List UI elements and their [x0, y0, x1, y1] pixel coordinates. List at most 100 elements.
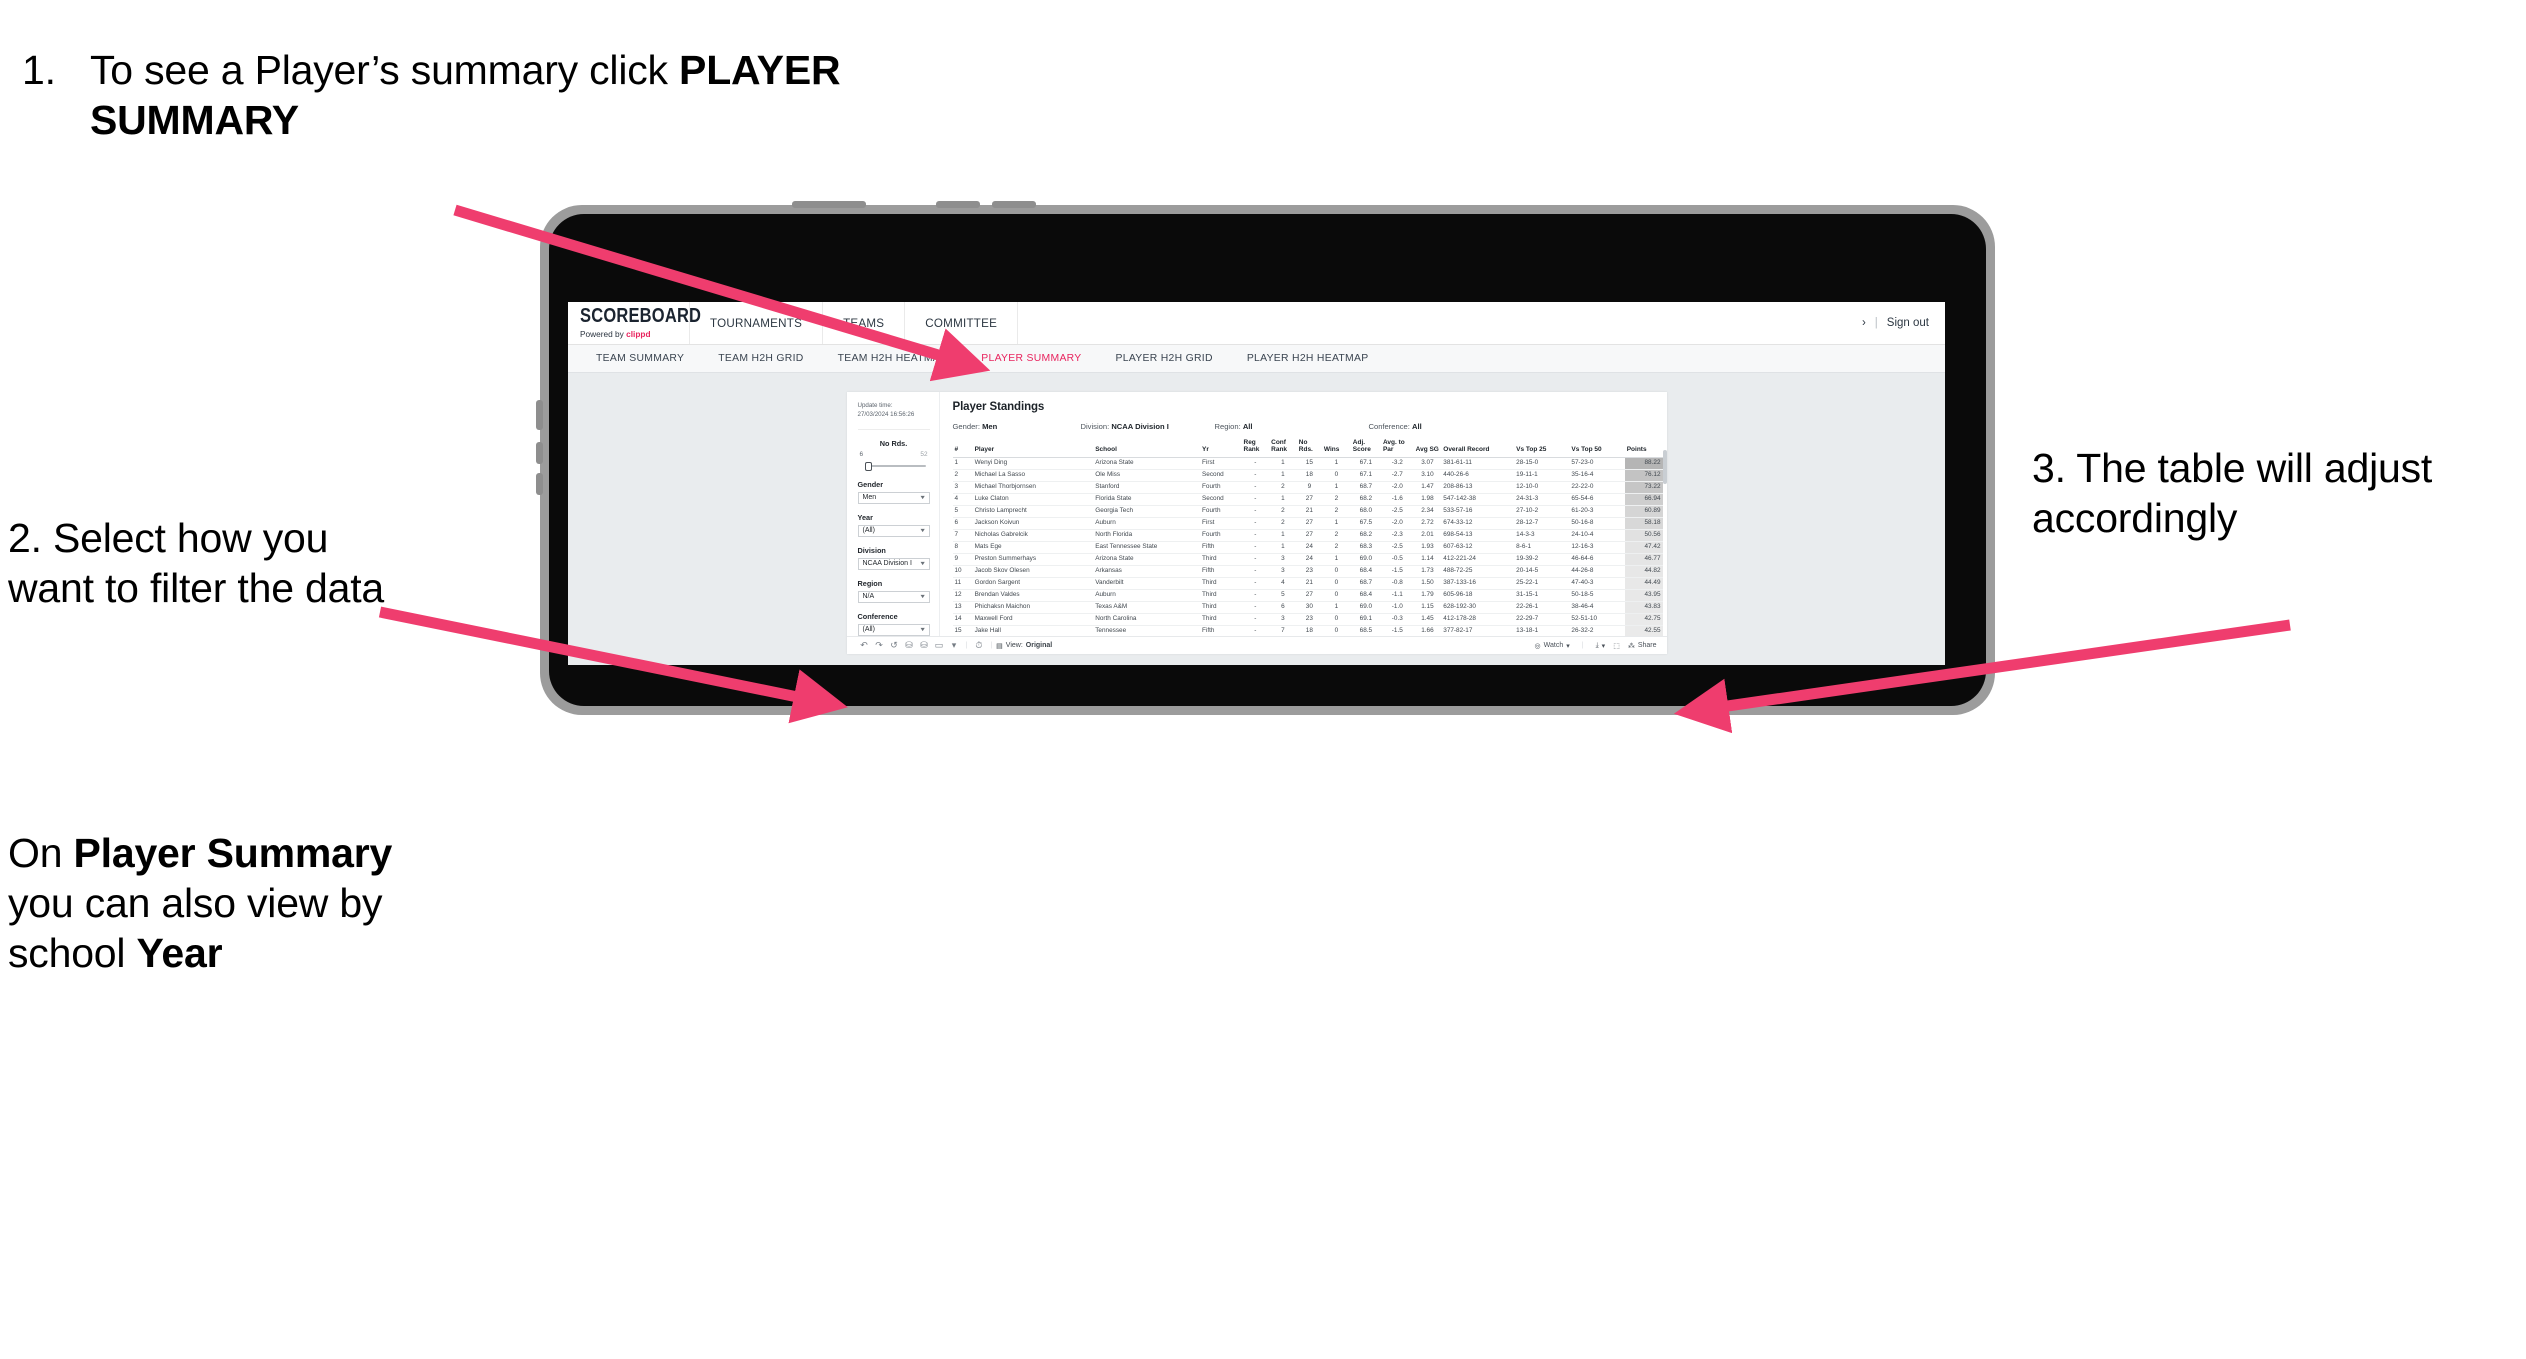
cell-reg: - — [1241, 517, 1270, 530]
meta-division: Division: NCAA Division I — [1081, 422, 1215, 431]
table-row[interactable]: 3 Michael Thorbjornsen Stanford Fourth -2 9 1 6… — [952, 481, 1663, 494]
col-header-yr[interactable]: Yr — [1200, 439, 1242, 458]
tab-team-h2h-grid[interactable]: TEAM H2H GRID — [701, 353, 820, 364]
filter-region-select[interactable]: N/A ▼ — [857, 590, 930, 603]
col-header-school[interactable]: School — [1093, 439, 1201, 458]
cell-yr: Third — [1200, 601, 1242, 614]
col-header-adj-score[interactable]: Adj. Score — [1350, 439, 1381, 458]
nav-item-committee[interactable]: COMMITTEE — [905, 302, 1019, 344]
table-row[interactable]: 2 Michael La Sasso Ole Miss Second -1 18 0 67.1… — [952, 469, 1663, 482]
filter-conference-select[interactable]: (All) ▼ — [857, 623, 930, 636]
col-header-rank[interactable]: # — [952, 439, 973, 458]
table-scrollbar[interactable] — [1662, 450, 1667, 484]
cell-atp: -0.3 — [1380, 613, 1414, 626]
filter-year-value: (All) — [862, 527, 875, 535]
cell-points: 50.56 — [1624, 529, 1663, 542]
table-row[interactable]: 12 Brendan Valdes Auburn Third -5 27 0 68.4 -1.1… — [952, 589, 1663, 602]
cell-player: Wenyi Ding — [972, 457, 1094, 470]
col-header-player[interactable]: Player — [972, 439, 1094, 458]
custom-view-icon[interactable]: ▭ — [932, 640, 947, 651]
table-row[interactable]: 1 Wenyi Ding Arizona State First -1 15 1 67.1 -3… — [952, 457, 1663, 470]
cell-conf: 1 — [1269, 541, 1297, 554]
cell-school: Auburn — [1093, 589, 1201, 602]
col-header-reg-rank[interactable]: Reg Rank — [1241, 439, 1270, 458]
col-header-vs-top-50[interactable]: Vs Top 50 — [1569, 439, 1625, 458]
table-row[interactable]: 8 Mats Ege East Tennessee State Fifth -1 24 2 6… — [952, 541, 1663, 554]
cell-school: North Florida — [1093, 529, 1201, 542]
cell-conf: 3 — [1269, 553, 1297, 566]
download-button[interactable]: ⤓ ▾ — [1596, 642, 1606, 650]
tab-team-summary[interactable]: TEAM SUMMARY — [579, 353, 701, 364]
brand-logo[interactable]: SCOREBOARD Powered by clippd — [568, 302, 701, 344]
filter-year-select[interactable]: (All) ▼ — [857, 524, 930, 537]
cell-points: 76.12 — [1624, 469, 1663, 482]
pause-icon[interactable]: ⛁ — [917, 640, 932, 651]
view-original-button[interactable]: ▤ View: Original — [996, 642, 1052, 650]
col-header-avg-sg[interactable]: Avg SG — [1413, 439, 1442, 458]
sign-out-link[interactable]: Sign out — [1887, 317, 1929, 329]
share-button[interactable]: ⁂ Share — [1628, 642, 1657, 650]
table-row[interactable]: 11 Gordon Sargent Vanderbilt Third -4 21 0 68.7… — [952, 577, 1663, 590]
cell-rank: 3 — [952, 481, 973, 494]
filter-gender-label: Gender — [857, 479, 884, 489]
tablet-volume-down-button — [992, 201, 1036, 208]
alerts-icon[interactable]: ⏱ — [971, 640, 986, 651]
table-row[interactable]: 13 Phichaksn Maichon Texas A&M Third -6 30 1 69… — [952, 601, 1663, 614]
col-header-points[interactable]: Points — [1624, 439, 1663, 458]
tablet-side-button-1 — [536, 400, 543, 430]
table-row[interactable]: 7 Nicholas Gabrelcik North Florida Fourth -1… — [952, 529, 1663, 542]
cell-reg: - — [1241, 565, 1270, 578]
header-divider: | — [1874, 317, 1878, 329]
revert-icon[interactable]: ↺ — [887, 640, 902, 651]
col-header-overall-record[interactable]: Overall Record — [1441, 439, 1515, 458]
table-row[interactable]: 4 Luke Claton Florida State Second -1 27 2 68.2… — [952, 493, 1663, 506]
cell-wins: 0 — [1321, 589, 1351, 602]
table-row[interactable]: 5 Christo Lamprecht Georgia Tech Fourth -2 21… — [952, 505, 1663, 518]
tab-player-summary[interactable]: PLAYER SUMMARY — [964, 353, 1098, 364]
cell-rank: 2 — [952, 469, 973, 482]
cell-t50: 22-22-0 — [1569, 481, 1625, 494]
annotation-2b-bold-1: Player Summary — [73, 830, 393, 876]
col-header-no-rds[interactable]: No Rds. — [1296, 439, 1322, 458]
nav-item-tournaments[interactable]: TOURNAMENTS — [690, 302, 824, 344]
col-header-vs-top-25[interactable]: Vs Top 25 — [1514, 439, 1570, 458]
cell-school: Arkansas — [1093, 565, 1201, 578]
cell-t25: 31-15-1 — [1514, 589, 1570, 602]
nav-item-teams[interactable]: TEAMS — [823, 302, 906, 344]
tab-player-h2h-heatmap[interactable]: PLAYER H2H HEATMAP — [1230, 353, 1386, 364]
col-header-conf-rank[interactable]: Conf Rank — [1269, 439, 1297, 458]
cell-conf: 2 — [1269, 505, 1297, 518]
cell-atp: -0.8 — [1380, 577, 1414, 590]
table-row[interactable]: 9 Preston Summerhays Arizona State Third -3 2… — [952, 553, 1663, 566]
tab-team-h2h-heatmap[interactable]: TEAM H2H HEATMAP — [821, 353, 965, 364]
cell-rec: 440-26-6 — [1441, 469, 1515, 482]
table-row[interactable]: 14 Maxwell Ford North Carolina Third -3 23 0 69… — [952, 613, 1663, 626]
slider-handle[interactable] — [864, 461, 872, 471]
cell-t25: 22-29-7 — [1514, 613, 1570, 626]
refresh-icon[interactable]: ⛁ — [902, 640, 917, 651]
table-row[interactable]: 6 Jackson Koivun Auburn First -2 27 1 67.5 -2.0 2… — [952, 517, 1663, 530]
undo-icon[interactable]: ↶ — [857, 640, 872, 651]
table-row[interactable]: 10 Jacob Skov Olesen Arkansas Fifth -3 23 0 68.… — [952, 565, 1663, 578]
annotation-step-1: 1. To see a Player’s summary click PLAYE… — [22, 45, 842, 145]
cell-adj: 67.1 — [1350, 457, 1381, 470]
filter-gender-select[interactable]: Men ▼ — [857, 491, 930, 504]
tab-player-h2h-grid[interactable]: PLAYER H2H GRID — [1099, 353, 1230, 364]
cell-t50: 52-51-10 — [1569, 613, 1625, 626]
redo-icon[interactable]: ↷ — [872, 640, 887, 651]
no-rounds-slider[interactable] — [862, 461, 926, 471]
account-chevron-icon[interactable]: › — [1862, 317, 1866, 329]
fullscreen-button[interactable]: ⬚ — [1613, 642, 1620, 650]
filter-division-select[interactable]: NCAA Division I ▼ — [857, 557, 930, 570]
cell-yr: Third — [1200, 577, 1242, 590]
cell-nords: 24 — [1296, 553, 1322, 566]
chevron-down-icon[interactable]: ▾ — [947, 640, 962, 651]
table-row[interactable]: 15 Jake Hall Tennessee Fifth -7 18 0 68.5 -1.5 1.… — [952, 625, 1663, 636]
watch-button[interactable]: ◎ Watch ▾ — [1535, 642, 1570, 650]
chevron-down-icon: ▾ — [1601, 642, 1606, 650]
cell-wins: 2 — [1321, 493, 1351, 506]
col-header-avg-to-par[interactable]: Avg. to Par — [1380, 439, 1414, 458]
cell-reg: - — [1241, 481, 1270, 494]
col-header-wins[interactable]: Wins — [1321, 439, 1351, 458]
cell-atp: -2.5 — [1380, 505, 1414, 518]
